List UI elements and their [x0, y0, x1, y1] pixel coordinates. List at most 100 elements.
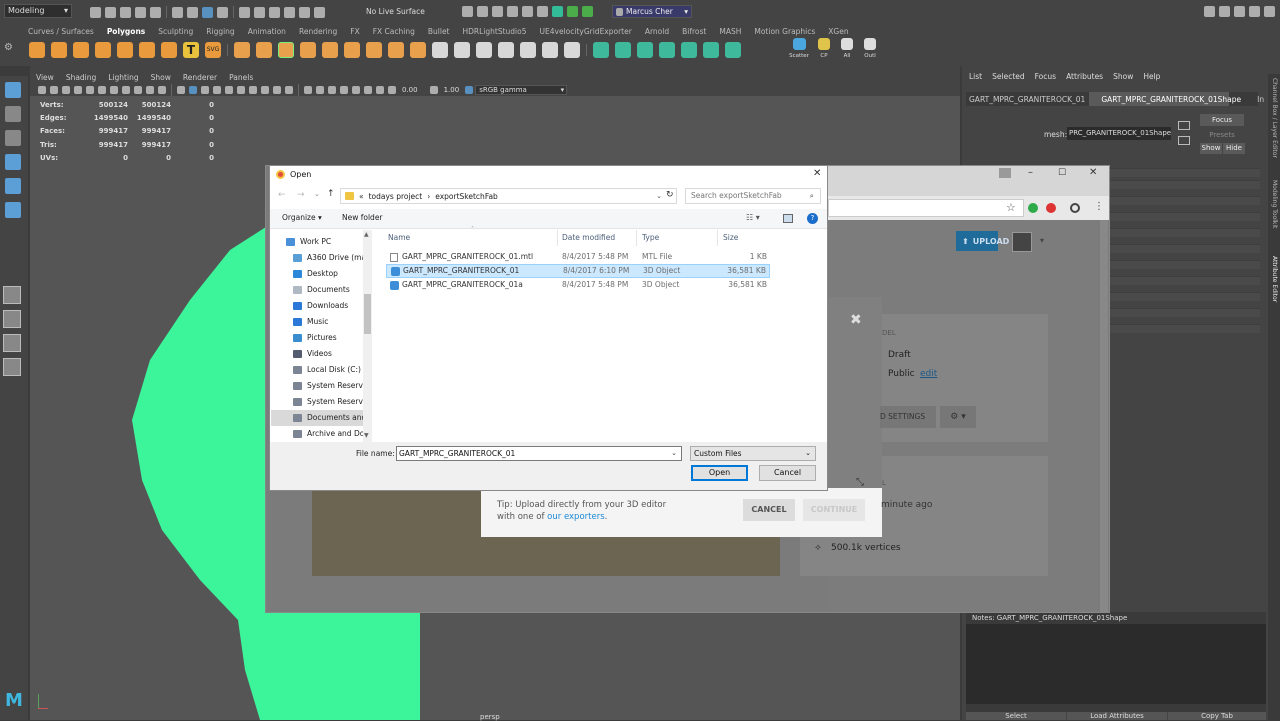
render-view-icon[interactable] — [537, 6, 548, 17]
scroll-down-icon[interactable]: ▼ — [364, 432, 369, 439]
file-row-selected[interactable]: GART_MPRC_GRANITEROCK_01 8/4/2017 6:10 P… — [386, 264, 770, 278]
gate-mask-icon[interactable] — [122, 86, 130, 94]
nav-item-pictures[interactable]: Pictures — [271, 330, 371, 346]
ae-tab-shape[interactable]: GART_MPRC_GRANITEROCK_01Shape — [1101, 95, 1241, 104]
avatar[interactable] — [1012, 232, 1032, 252]
safe-title-icon[interactable] — [158, 86, 166, 94]
viewport-menu-show[interactable]: Show — [151, 73, 171, 82]
ae-menu-help[interactable]: Help — [1143, 72, 1160, 81]
column-date-modified[interactable]: Date modified — [562, 233, 615, 242]
wireframe-icon[interactable] — [177, 86, 185, 94]
column-divider[interactable] — [557, 230, 558, 246]
uv-planar-icon[interactable] — [593, 42, 609, 58]
hide-button[interactable]: Hide — [1223, 143, 1245, 154]
address-bar[interactable] — [828, 199, 1024, 217]
nav-item-a360[interactable]: A360 Drive (mar — [271, 250, 371, 266]
forward-arrow-icon[interactable]: → — [297, 190, 305, 200]
nav-item-work-pc[interactable]: Work PC — [271, 234, 371, 250]
extension-icon[interactable] — [1028, 203, 1038, 213]
select-object-icon[interactable] — [187, 6, 198, 18]
camera-icon[interactable] — [567, 6, 578, 17]
motion-blur-icon[interactable] — [261, 86, 269, 94]
gamma-value[interactable]: 1.00 — [444, 86, 460, 94]
help-icon[interactable]: ? — [807, 213, 818, 224]
notes-textarea[interactable] — [966, 624, 1266, 704]
film-gate-icon[interactable] — [98, 86, 106, 94]
mesh-name-field[interactable]: PRC_GRANITEROCK_01Shape — [1067, 127, 1171, 140]
file-row[interactable]: GART_MPRC_GRANITEROCK_01a 8/4/2017 5:48 … — [386, 278, 770, 292]
user-menu[interactable]: Marcus Cher ▾ — [612, 5, 692, 18]
render-frame-icon[interactable] — [477, 6, 488, 17]
nav-scrollbar-thumb[interactable] — [364, 294, 371, 334]
poly-svg-icon[interactable]: SVG — [205, 42, 221, 58]
draft-option[interactable]: Draft — [888, 350, 911, 360]
magnet-icon[interactable] — [314, 6, 325, 18]
viewport-menu-panels[interactable]: Panels — [229, 73, 253, 82]
redo-icon[interactable] — [150, 6, 161, 18]
nav-item-system-reserved[interactable]: System Reservec — [271, 394, 371, 410]
poly-cone-icon[interactable] — [95, 42, 111, 58]
four-view-icon[interactable] — [3, 310, 21, 328]
ae-tab-more[interactable]: In — [1257, 95, 1264, 104]
shelf-tab[interactable]: FX — [350, 27, 359, 36]
settings-button[interactable]: D SETTINGS — [880, 406, 936, 428]
mirror-icon[interactable] — [322, 42, 338, 58]
safe-action-icon[interactable] — [146, 86, 154, 94]
poly-torus-icon[interactable] — [117, 42, 133, 58]
nav-scrollbar[interactable] — [363, 230, 372, 442]
bridge-icon[interactable] — [366, 42, 382, 58]
undo-icon[interactable] — [135, 6, 146, 18]
merge-icon[interactable] — [476, 42, 492, 58]
gamma-icon[interactable] — [429, 86, 438, 94]
shelf-tab-active[interactable]: Polygons — [107, 27, 145, 36]
new-folder-button[interactable]: New folder — [342, 213, 383, 222]
viewport-menu-lighting[interactable]: Lighting — [108, 73, 138, 82]
ae-tab-transform[interactable]: GART_MPRC_GRANITEROCK_01 — [969, 95, 1085, 104]
toggle-panel-icon[interactable] — [1249, 6, 1260, 17]
dof-icon[interactable] — [285, 86, 293, 94]
path-overflow[interactable]: « — [359, 192, 364, 201]
show-button[interactable]: Show — [1200, 143, 1222, 154]
bookmark-icon[interactable] — [62, 86, 70, 94]
hypershade-icon[interactable] — [522, 6, 533, 17]
frame-icon[interactable] — [364, 86, 372, 94]
mode-selector[interactable]: Modeling ▾ — [4, 4, 72, 18]
continue-button[interactable]: CONTINUE — [803, 499, 865, 521]
nav-item-documents[interactable]: Documents — [271, 282, 371, 298]
column-divider[interactable] — [717, 230, 718, 246]
scatter-tool[interactable]: Scatter — [786, 38, 812, 60]
cancel-upload-button[interactable]: CANCEL — [743, 499, 795, 521]
ipr-render-icon[interactable] — [492, 6, 503, 17]
minimize-icon[interactable]: – — [1028, 167, 1033, 178]
select-tool-icon[interactable] — [5, 82, 21, 98]
boolean-icon[interactable] — [300, 42, 316, 58]
uv-layout-icon[interactable] — [725, 42, 741, 58]
uv-cylinder-icon[interactable] — [615, 42, 631, 58]
path-segment[interactable]: exportSketchFab — [435, 192, 498, 201]
shelf-tab[interactable]: HDRLightStudio5 — [463, 27, 527, 36]
arnold-render-icon[interactable] — [552, 6, 563, 17]
page-scrollbar[interactable] — [1100, 220, 1108, 612]
column-type[interactable]: Type — [642, 233, 659, 242]
uv-sphere-icon[interactable] — [637, 42, 653, 58]
presets-button[interactable]: Presets — [1200, 129, 1244, 141]
shelf-settings-icon[interactable]: ⚙ — [4, 42, 14, 58]
exposure-icon[interactable] — [388, 86, 396, 94]
append-icon[interactable] — [410, 42, 426, 58]
close-icon[interactable]: ✖ — [850, 312, 862, 328]
column-name[interactable]: Name — [388, 233, 410, 242]
paint-select-icon[interactable] — [5, 130, 21, 146]
poly-plane-icon[interactable] — [161, 42, 177, 58]
path-bar[interactable]: « todays project › exportSketchFab ⌄ — [340, 188, 677, 204]
image-plane-icon[interactable] — [74, 86, 82, 94]
copy-tab-icon[interactable] — [1178, 136, 1190, 145]
toggle-panel-icon[interactable] — [1234, 6, 1245, 17]
cancel-button[interactable]: Cancel — [759, 465, 816, 481]
camera-attr-icon[interactable] — [50, 86, 58, 94]
camera-select-icon[interactable] — [38, 86, 46, 94]
public-option[interactable]: Public — [888, 369, 915, 379]
gear-dropdown[interactable]: ⚙ ▾ — [940, 406, 976, 428]
view-options-icon[interactable]: ☷ ▾ — [746, 213, 760, 222]
poly-sphere-icon[interactable] — [29, 42, 45, 58]
combine-icon[interactable] — [234, 42, 250, 58]
